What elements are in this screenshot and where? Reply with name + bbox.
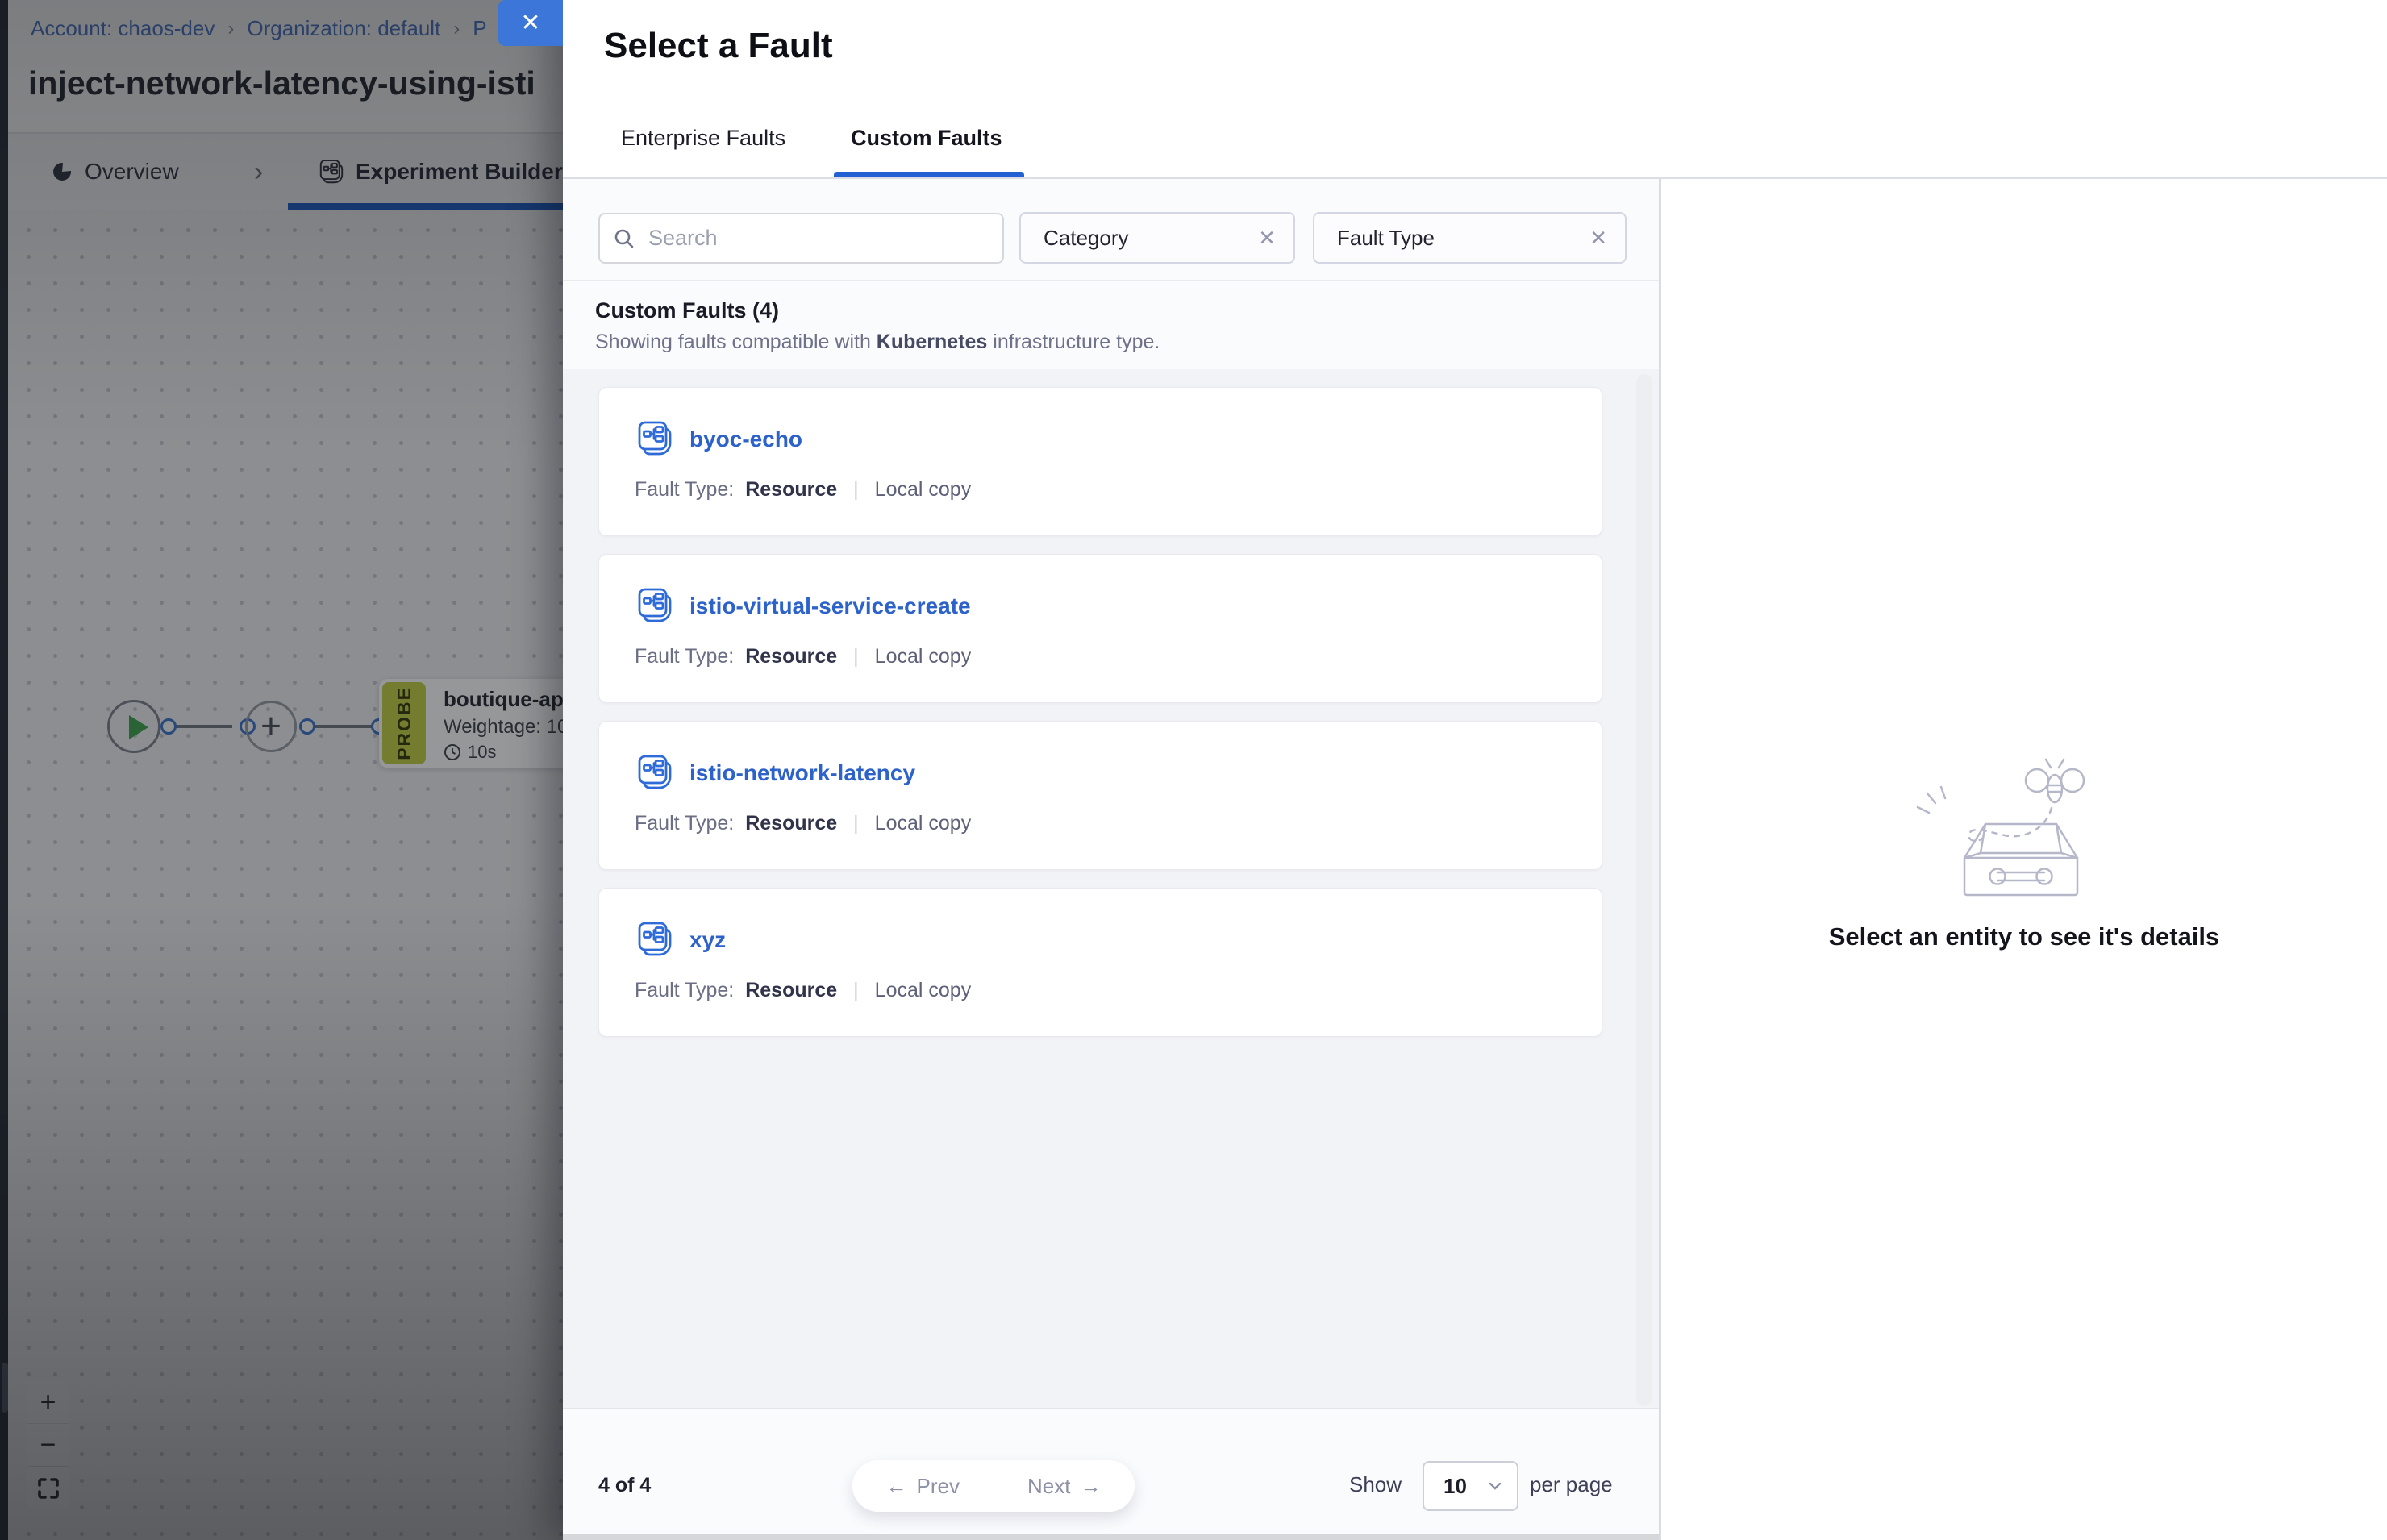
fault-name-link[interactable]: istio-virtual-service-create bbox=[689, 593, 971, 619]
fault-card[interactable]: istio-network-latency Fault Type: Resour… bbox=[598, 721, 1602, 870]
category-filter-label: Category bbox=[1044, 226, 1129, 251]
local-copy-label: Local copy bbox=[875, 478, 972, 502]
select-fault-drawer: ✕ Select a Fault Enterprise Faults Custo… bbox=[563, 0, 2387, 1540]
search-box bbox=[598, 213, 1004, 264]
fault-type-label: Fault Type: bbox=[635, 979, 734, 1002]
fault-list-panel: Category ✕ Fault Type ✕ Custom Faults (4… bbox=[563, 179, 1659, 1540]
empty-box-illustration bbox=[1892, 755, 2150, 940]
search-input[interactable] bbox=[647, 225, 989, 252]
divider bbox=[563, 280, 1659, 281]
pagination-count: 4 of 4 bbox=[598, 1474, 651, 1497]
active-tab-underline bbox=[834, 172, 1024, 177]
next-page-button[interactable]: Next → bbox=[994, 1460, 1135, 1512]
fault-type-label: Fault Type: bbox=[635, 478, 734, 502]
close-icon: ✕ bbox=[520, 9, 540, 37]
next-label: Next bbox=[1027, 1474, 1070, 1499]
pagination-controls: ← Prev Next → bbox=[852, 1460, 1135, 1512]
screen: Account: chaos-dev › Organization: defau… bbox=[0, 0, 2387, 1540]
fault-type-value: Resource bbox=[745, 645, 837, 668]
clear-filter-icon[interactable]: ✕ bbox=[1573, 226, 1607, 251]
fault-name-link[interactable]: istio-network-latency bbox=[689, 760, 915, 786]
custom-fault-icon bbox=[636, 754, 673, 795]
fault-name-link[interactable]: xyz bbox=[689, 927, 726, 953]
list-subtitle: Showing faults compatible with Kubernete… bbox=[595, 331, 1160, 354]
fault-card[interactable]: byoc-echo Fault Type: Resource | Local c… bbox=[598, 387, 1602, 536]
fault-name-link[interactable]: byoc-echo bbox=[689, 427, 802, 452]
meta-divider: | bbox=[853, 979, 859, 1002]
local-copy-label: Local copy bbox=[875, 645, 972, 668]
fault-meta: Fault Type: Resource | Local copy bbox=[635, 812, 971, 835]
fault-type-filter[interactable]: Fault Type ✕ bbox=[1313, 212, 1627, 264]
subtitle-prefix: Showing faults compatible with bbox=[595, 331, 877, 353]
fault-detail-panel: Select an entity to see it's details bbox=[1661, 179, 2387, 1540]
arrow-right-icon: → bbox=[1080, 1474, 1101, 1499]
clear-filter-icon[interactable]: ✕ bbox=[1242, 226, 1276, 251]
drawer-title: Select a Fault bbox=[604, 26, 833, 66]
custom-fault-icon bbox=[636, 587, 673, 628]
fault-type-label: Fault Type: bbox=[635, 645, 734, 668]
meta-divider: | bbox=[853, 645, 859, 668]
custom-fault-icon bbox=[636, 921, 673, 962]
fault-meta: Fault Type: Resource | Local copy bbox=[635, 645, 971, 668]
fault-type-value: Resource bbox=[745, 979, 837, 1002]
scrollbar-track[interactable] bbox=[1636, 374, 1652, 1406]
fault-meta: Fault Type: Resource | Local copy bbox=[635, 979, 971, 1002]
subtitle-suffix: infrastructure type. bbox=[987, 331, 1160, 353]
drawer-header: Select a Fault Enterprise Faults Custom … bbox=[563, 0, 2387, 179]
meta-divider: | bbox=[853, 812, 859, 835]
page-size-select[interactable]: 10 bbox=[1423, 1461, 1518, 1511]
chevron-down-icon bbox=[1486, 1477, 1504, 1495]
fault-card[interactable]: xyz Fault Type: Resource | Local copy bbox=[598, 888, 1602, 1037]
prev-label: Prev bbox=[917, 1474, 960, 1499]
local-copy-label: Local copy bbox=[875, 979, 972, 1002]
arrow-left-icon: ← bbox=[886, 1474, 907, 1499]
tab-enterprise-faults[interactable]: Enterprise Faults bbox=[621, 126, 785, 151]
meta-divider: | bbox=[853, 478, 859, 502]
local-copy-label: Local copy bbox=[875, 812, 972, 835]
page-size-value: 10 bbox=[1443, 1474, 1467, 1499]
show-label: Show bbox=[1349, 1472, 1402, 1497]
custom-fault-icon bbox=[636, 420, 673, 461]
fault-cards-area: byoc-echo Fault Type: Resource | Local c… bbox=[563, 369, 1659, 1409]
drawer-bottom-edge bbox=[563, 1534, 1659, 1540]
fault-type-label: Fault Type: bbox=[635, 812, 734, 835]
search-icon bbox=[613, 227, 635, 250]
fault-card[interactable]: istio-virtual-service-create Fault Type:… bbox=[598, 554, 1602, 703]
empty-state-message: Select an entity to see it's details bbox=[1661, 922, 2387, 951]
subtitle-infra-type: Kubernetes bbox=[877, 331, 988, 353]
tab-custom-faults[interactable]: Custom Faults bbox=[851, 126, 1002, 151]
modal-backdrop[interactable] bbox=[0, 0, 563, 1540]
per-page-label: per page bbox=[1530, 1472, 1613, 1497]
fault-meta: Fault Type: Resource | Local copy bbox=[635, 478, 971, 502]
prev-page-button[interactable]: ← Prev bbox=[852, 1460, 994, 1512]
fault-type-value: Resource bbox=[745, 478, 837, 502]
fault-type-filter-label: Fault Type bbox=[1337, 226, 1435, 251]
close-drawer-button[interactable]: ✕ bbox=[498, 0, 563, 46]
fault-type-value: Resource bbox=[745, 812, 837, 835]
category-filter[interactable]: Category ✕ bbox=[1019, 212, 1295, 264]
list-heading: Custom Faults (4) bbox=[595, 298, 779, 323]
